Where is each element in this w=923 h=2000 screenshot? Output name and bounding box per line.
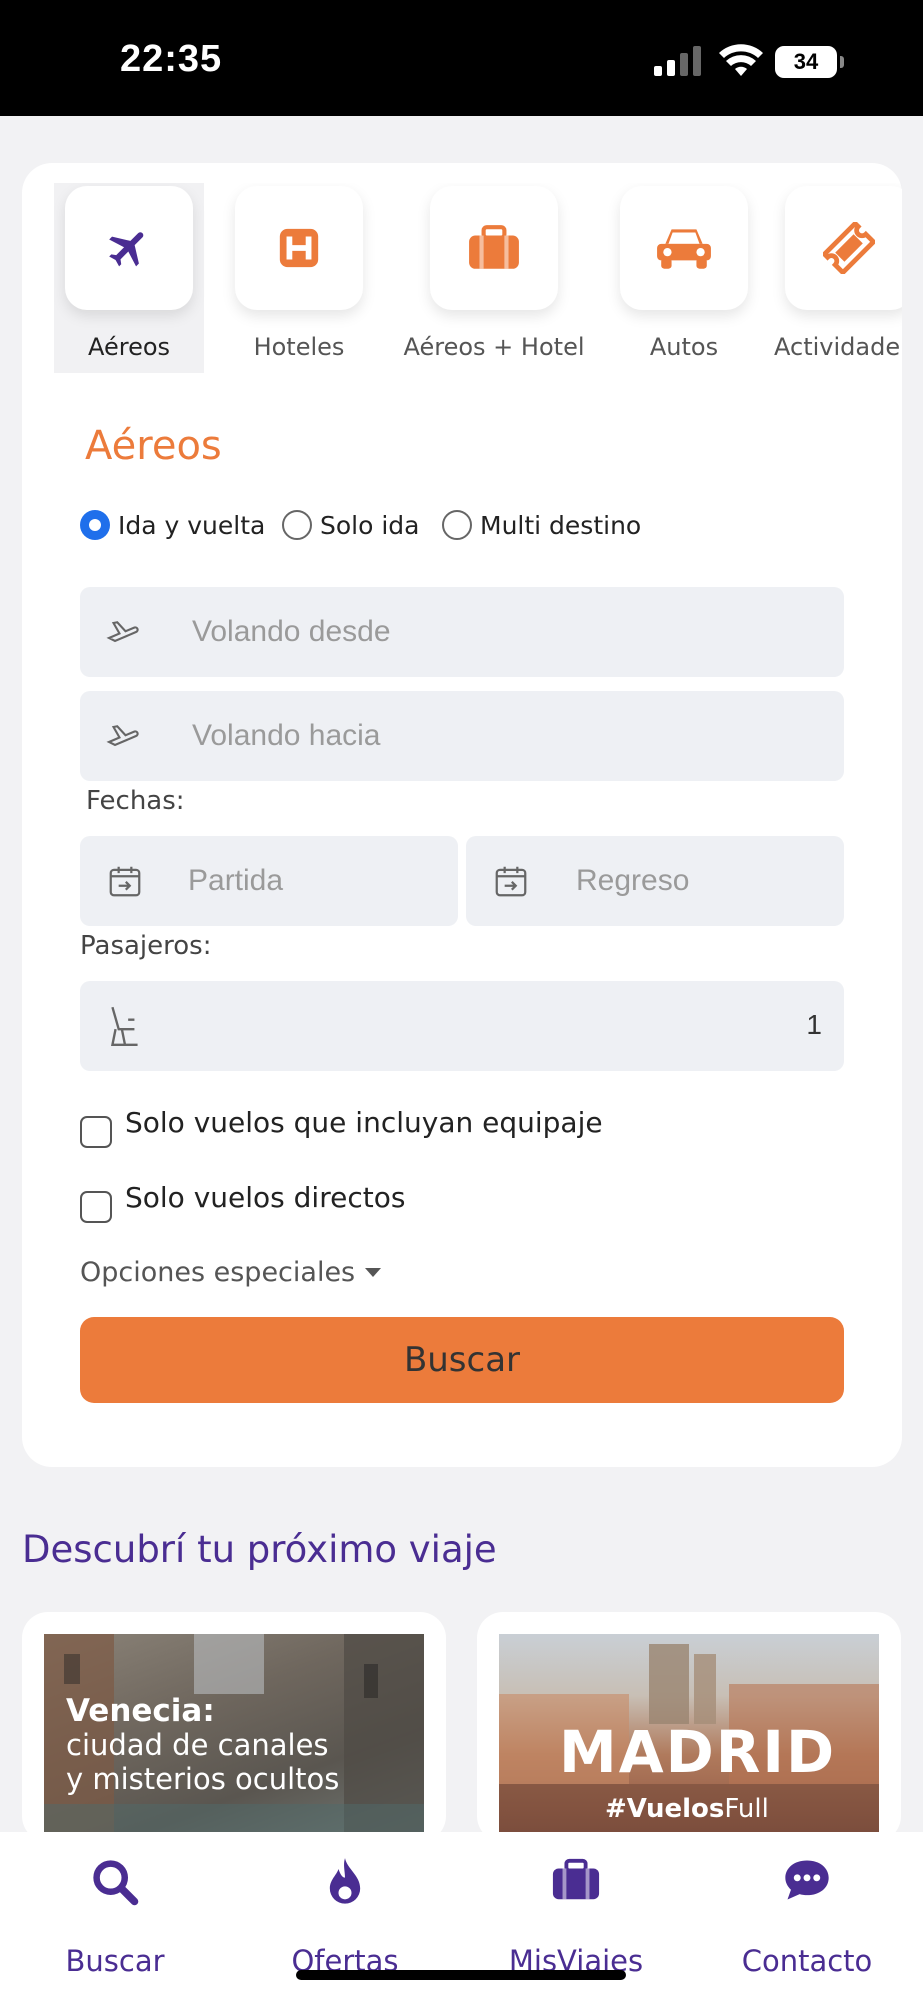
- to-field[interactable]: [80, 691, 844, 781]
- nav-buscar-label: Buscar: [65, 1944, 165, 1978]
- radio-solo-ida[interactable]: Solo ida: [282, 507, 420, 543]
- search-card: Aéreos Hoteles Aéreos + Hotel Autos Acti…: [22, 163, 902, 1467]
- status-time: 22:35: [120, 38, 223, 80]
- category-tabs: Aéreos Hoteles Aéreos + Hotel Autos Acti…: [54, 183, 902, 373]
- suitcase-icon: [552, 1858, 600, 1900]
- radio-button[interactable]: [442, 510, 472, 540]
- venecia-caption: Venecia: ciudad de canales y misterios o…: [66, 1694, 339, 1796]
- venecia-subtitle-2: y misterios ocultos: [66, 1762, 340, 1796]
- radio-label: Multi destino: [480, 510, 642, 540]
- tab-autos-tile: [620, 186, 748, 310]
- from-input[interactable]: [192, 615, 812, 649]
- radio-label: Ida y vuelta: [118, 510, 266, 540]
- special-options-toggle[interactable]: Opciones especiales: [80, 1257, 382, 1288]
- plane-outline-icon: [106, 621, 139, 643]
- caret-down-icon: [365, 1268, 382, 1277]
- tab-autos-label: Autos: [649, 333, 719, 361]
- promo-image-venecia: Venecia: ciudad de canales y misterios o…: [44, 1634, 424, 1842]
- calendar-icon: [495, 866, 527, 897]
- baggage-option[interactable]: Solo vuelos que incluyan equipaje: [80, 1106, 640, 1148]
- tab-hoteles-tile: [235, 186, 363, 310]
- return-input[interactable]: [576, 864, 816, 898]
- radio-ida-y-vuelta[interactable]: Ida y vuelta: [80, 507, 265, 543]
- tab-hoteles-label: Hoteles: [253, 333, 345, 361]
- return-field[interactable]: [466, 836, 844, 926]
- passengers-label: Pasajeros:: [80, 931, 212, 961]
- wifi-icon: [719, 44, 763, 76]
- to-input[interactable]: [192, 719, 812, 753]
- seat-icon: [110, 1006, 138, 1047]
- flame-icon: [329, 1858, 361, 1904]
- special-options-label: Opciones especiales: [80, 1257, 356, 1288]
- departure-field[interactable]: [80, 836, 458, 926]
- tab-aereos-hotel[interactable]: Aéreos + Hotel: [384, 183, 604, 373]
- hotel-icon: [279, 228, 319, 268]
- promo-image-madrid: MADRID #VuelosFull: [499, 1634, 879, 1842]
- radio-button[interactable]: [282, 510, 312, 540]
- plane-outline-icon: [106, 725, 139, 747]
- madrid-tag: #VuelosFull: [605, 1794, 769, 1824]
- passengers-field[interactable]: 1: [80, 981, 844, 1071]
- home-indicator: [296, 1970, 626, 1980]
- baggage-checkbox[interactable]: [80, 1116, 112, 1148]
- tab-actividades-label: Actividade: [774, 333, 901, 361]
- plane-icon: [109, 232, 144, 267]
- direct-option[interactable]: Solo vuelos directos: [80, 1181, 480, 1223]
- promo-card-madrid[interactable]: MADRID #VuelosFull: [477, 1612, 901, 1842]
- nav-contacto-label: Contacto: [741, 1944, 873, 1978]
- tab-aereos-label: Aéreos: [87, 333, 171, 361]
- discover-title: Descubrí tu próximo viaje: [22, 1528, 497, 1571]
- venecia-title: Venecia:: [66, 1693, 215, 1729]
- search-button[interactable]: Buscar: [80, 1317, 844, 1403]
- radio-label: Solo ida: [320, 510, 420, 540]
- signal-icon: [654, 46, 701, 76]
- suitcase-icon: [469, 225, 519, 269]
- car-icon: [657, 229, 711, 269]
- madrid-tag-bold: #Vuelos: [605, 1794, 725, 1824]
- tab-actividades-tile: [785, 186, 902, 310]
- tab-aereos-tile: [65, 186, 193, 310]
- venecia-subtitle-1: ciudad de canales: [66, 1728, 329, 1762]
- tab-hoteles[interactable]: Hoteles: [224, 183, 374, 373]
- passengers-value: 1: [806, 1009, 822, 1040]
- baggage-label: Solo vuelos que incluyan equipaje: [125, 1106, 603, 1139]
- ticket-icon: [823, 222, 875, 274]
- promo-card-venecia[interactable]: Venecia: ciudad de canales y misterios o…: [22, 1612, 446, 1842]
- direct-checkbox[interactable]: [80, 1191, 112, 1223]
- madrid-tag-light: Full: [724, 1794, 769, 1824]
- madrid-title: MADRID: [559, 1718, 837, 1786]
- tab-aereos-hotel-tile: [430, 186, 558, 310]
- section-title: Aéreos: [85, 423, 222, 469]
- departure-input[interactable]: [188, 864, 428, 898]
- search-icon: [93, 1860, 139, 1906]
- calendar-icon: [109, 866, 141, 897]
- from-field[interactable]: [80, 587, 844, 677]
- nav-contacto[interactable]: Contacto: [692, 1832, 922, 2000]
- tab-autos[interactable]: Autos: [609, 183, 759, 373]
- dates-label: Fechas:: [86, 786, 185, 816]
- direct-label: Solo vuelos directos: [125, 1181, 406, 1214]
- tab-actividades[interactable]: Actividade: [774, 183, 902, 373]
- radio-button-checked[interactable]: [80, 510, 110, 540]
- nav-buscar[interactable]: Buscar: [0, 1832, 230, 2000]
- battery-indicator: 34: [775, 46, 844, 78]
- status-bar: 22:35 34: [0, 0, 923, 116]
- chat-icon: [785, 1860, 829, 1900]
- tab-aereos-hotel-label: Aéreos + Hotel: [403, 333, 585, 361]
- radio-multi-destino[interactable]: Multi destino: [442, 507, 641, 543]
- tab-aereos[interactable]: Aéreos: [54, 183, 204, 373]
